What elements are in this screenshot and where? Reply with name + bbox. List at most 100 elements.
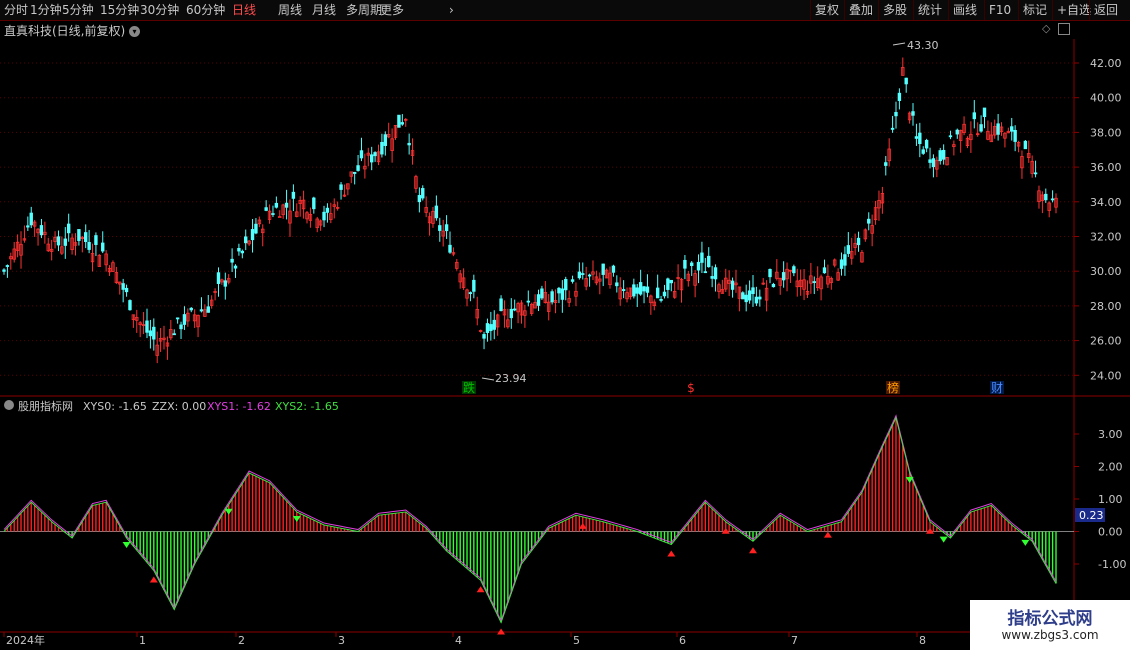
candle-body [26,225,30,228]
candle-body [271,213,275,215]
candle-body [894,112,898,117]
candle-body [768,269,772,278]
price-tick-label: 26.00 [1090,335,1122,348]
candle-body [312,197,316,210]
candle-body [472,279,476,292]
candle-body [278,216,282,218]
candle-body [666,278,670,290]
buy-arrow-icon [149,576,158,583]
candle-body [417,195,422,203]
indicator-tick-label: 3.00 [1098,428,1123,441]
watermark-title: 指标公式网 [1007,609,1093,629]
price-tick-label: 38.00 [1090,126,1122,139]
indicator-name: 股朋指标网 [18,399,73,413]
candle-body [536,294,541,306]
candle-body [972,112,976,120]
candle-body [526,300,530,303]
candle-body [979,124,983,132]
candle-body [145,320,149,333]
candle-body [754,296,759,304]
candle-body [581,273,585,275]
candle-body [601,263,605,275]
candle-body [683,259,687,269]
candle-body [587,274,592,277]
candle-body [812,281,816,283]
candle-body [29,212,33,226]
candle-body [843,254,847,266]
candle-body [914,136,919,139]
candle-body [199,309,204,312]
candle-body [730,280,735,290]
candle-body [655,287,660,299]
candle-body [822,267,827,274]
candle-body [182,314,187,325]
candle-body [240,250,245,254]
candle-body [846,245,851,254]
candle-body [175,317,180,320]
candle-body [284,202,289,208]
candle-body [189,307,193,311]
candle-body [468,292,473,294]
time-label-3: 3 [338,634,345,647]
candle-body [635,287,639,294]
candle-body [632,284,636,297]
candle-body [744,294,748,303]
candle-body [557,287,561,294]
event-marker-3: 财 [991,381,1003,395]
candle-body [924,139,929,149]
candle-body [407,142,411,146]
candle-body [369,154,374,163]
candle-body [1050,198,1055,201]
candle-body [509,308,513,319]
candle-body [897,92,902,101]
candle-body [904,77,908,85]
candle-body [254,223,258,234]
time-label-8: 8 [919,634,926,647]
candle-body [250,229,255,241]
candle-body [890,127,895,130]
candle-body [948,135,953,138]
price-tick-label: 28.00 [1090,300,1122,313]
candle-body [438,225,442,231]
candle-body [244,236,248,244]
candle-body [124,287,129,293]
candle-body [230,258,234,263]
candle-body [540,288,544,299]
candle-body [741,292,745,300]
sell-arrow-icon [1021,539,1030,546]
candle-body [352,171,357,174]
buy-arrow-icon [667,550,676,557]
candle-body [642,286,646,292]
candle-body [56,236,61,246]
candle-body [638,282,643,295]
candle-body [615,282,619,287]
high-price-label: 43.30 [907,39,939,52]
time-label-0: 2024年 [6,633,45,647]
indicator-xys1: XYS1: -1.62 [207,400,271,413]
candle-body [2,269,6,272]
candle-body [383,134,388,146]
event-marker-0: 跌 [463,380,475,395]
event-marker-1: $ [687,381,695,395]
candle-body [1010,126,1014,132]
indicator-collapse-icon[interactable] [4,400,14,410]
candle-body [662,291,667,297]
candle-body [489,324,493,332]
candle-body [1013,129,1017,142]
candle-body [5,265,10,267]
candle-body [928,159,932,163]
buy-arrow-icon [823,531,832,538]
current-value-label: 0.23 [1079,509,1104,522]
candle-body [121,283,125,290]
candle-body [172,333,176,336]
candle-body [66,223,71,234]
candle-body [884,162,888,166]
chart-canvas[interactable]: 42.0040.0038.0036.0034.0032.0030.0028.00… [0,0,1130,650]
sell-arrow-icon [939,536,948,543]
candle-body [87,241,91,250]
candle-body [482,334,486,339]
time-label-1: 1 [139,634,146,647]
candle-body [996,123,1000,135]
candle-body [955,129,959,135]
time-label-4: 4 [455,634,462,647]
